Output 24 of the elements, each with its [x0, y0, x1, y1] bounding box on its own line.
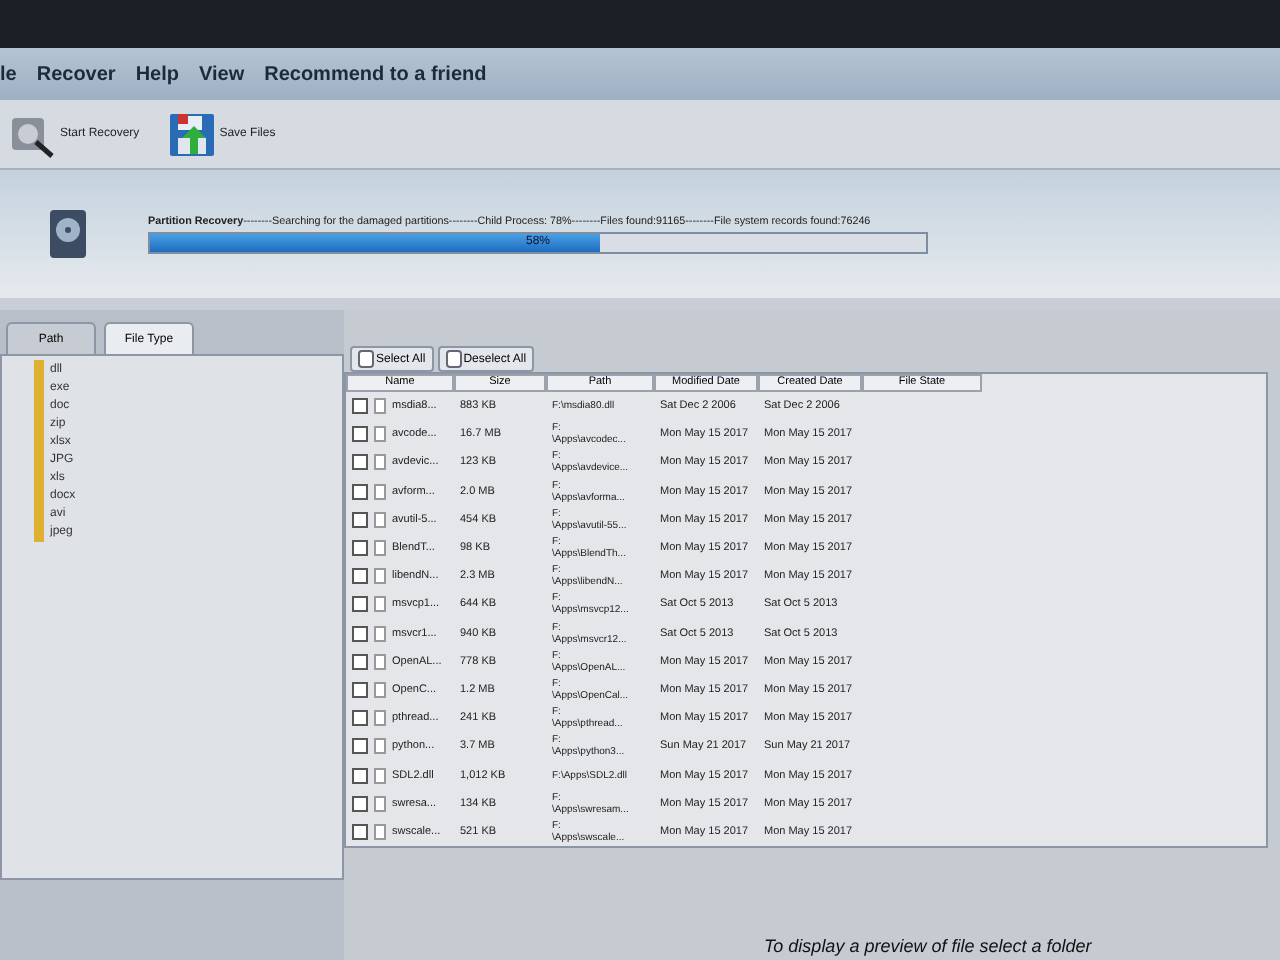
checkbox[interactable]	[352, 767, 368, 784]
menu-item[interactable]: View	[198, 63, 245, 85]
checkbox[interactable]	[352, 483, 368, 500]
checkbox[interactable]	[352, 511, 368, 528]
checkbox[interactable]	[352, 681, 368, 698]
menu-item[interactable]: le	[0, 63, 17, 85]
checkbox[interactable]	[352, 426, 368, 443]
page-icon	[445, 350, 462, 368]
checkbox[interactable]	[352, 738, 368, 755]
checkbox[interactable]	[352, 398, 368, 415]
checkbox[interactable]	[352, 596, 368, 613]
checkbox[interactable]	[352, 454, 368, 471]
checkbox[interactable]	[352, 625, 368, 642]
checkbox[interactable]	[352, 568, 368, 585]
page-icon	[358, 350, 374, 368]
checkbox[interactable]	[352, 710, 368, 727]
checkbox[interactable]	[352, 653, 368, 670]
menu-item[interactable]: Recommend to a friend	[264, 63, 487, 85]
menu-item[interactable]: Help	[135, 63, 179, 85]
menu-item[interactable]: Recover	[36, 63, 116, 85]
preview-hint: To display a preview of file select a folder	[764, 936, 1094, 956]
checkbox[interactable]	[352, 823, 368, 840]
checkbox[interactable]	[352, 795, 368, 812]
checkbox[interactable]	[352, 540, 368, 557]
